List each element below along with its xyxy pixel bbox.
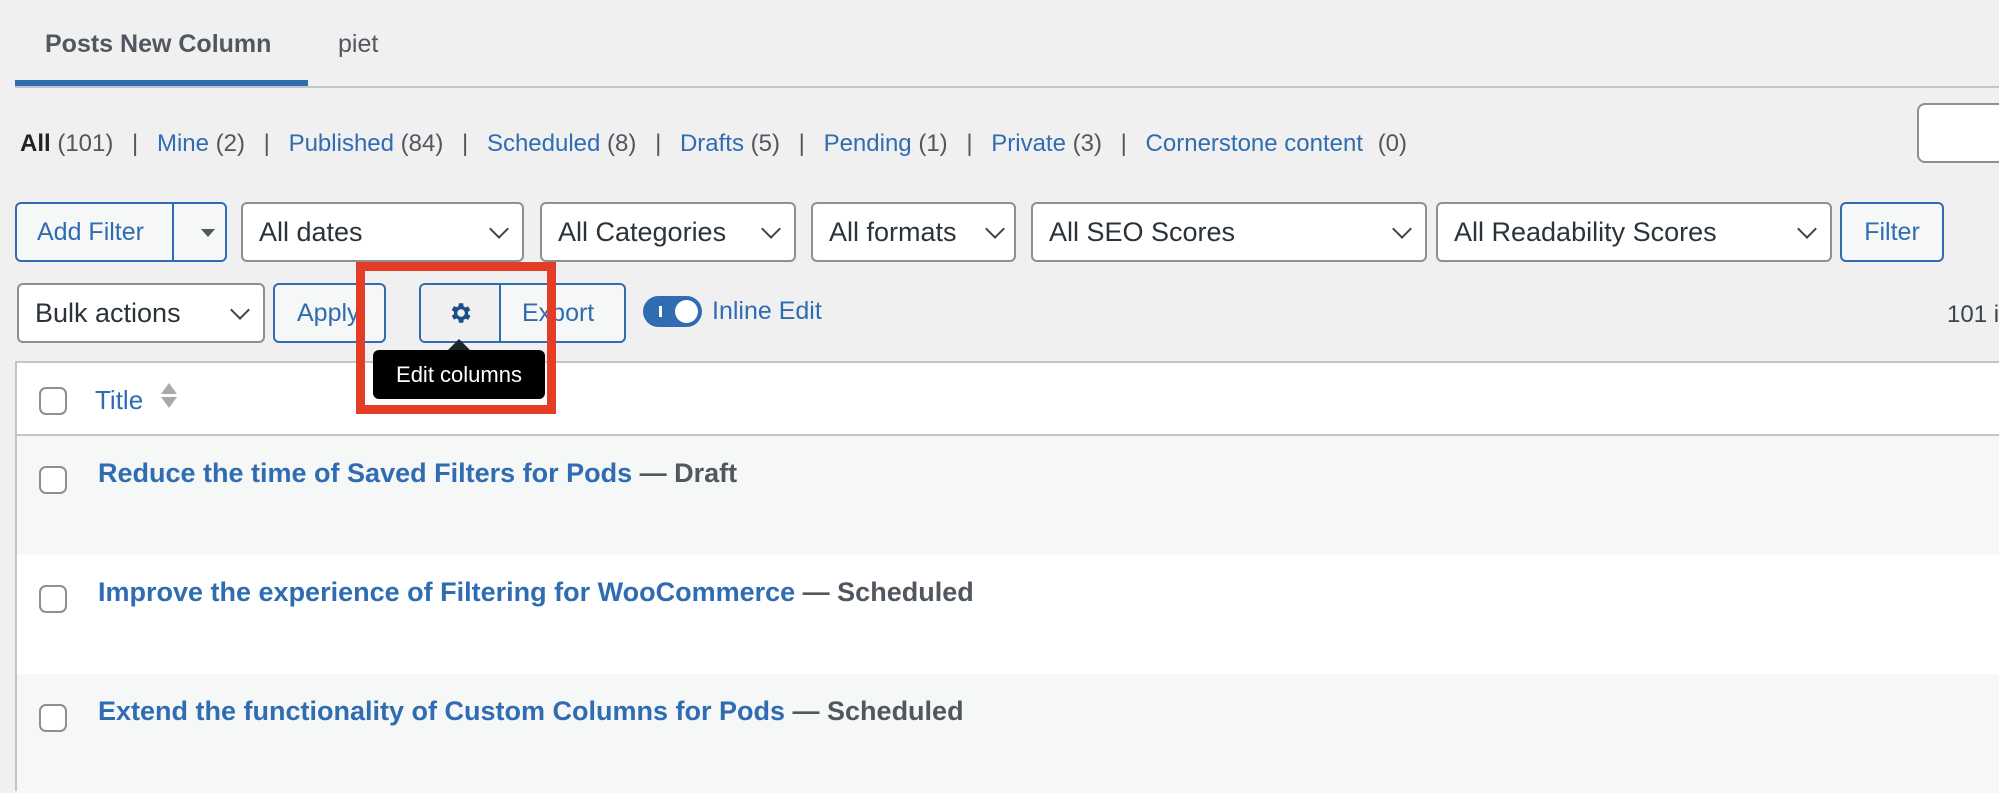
status-count: (84) xyxy=(400,130,444,157)
status-count: (101) xyxy=(57,130,114,157)
select-all-checkbox[interactable] xyxy=(39,387,67,415)
seo-scores-select-value: All SEO Scores xyxy=(1049,216,1236,247)
table-header: Title xyxy=(17,363,1999,436)
status-link-pending[interactable]: Pending xyxy=(824,130,912,157)
post-title-link[interactable]: Reduce the time of Saved Filters for Pod… xyxy=(98,458,632,488)
chevron-down-icon xyxy=(985,219,1005,239)
chevron-down-icon xyxy=(489,219,509,239)
tab-piet[interactable]: piet xyxy=(338,30,378,59)
status-count: (1) xyxy=(918,130,948,157)
status-count: (0) xyxy=(1377,130,1408,157)
table-row: Improve the experience of Filtering for … xyxy=(17,555,1999,674)
tab-bar: Posts New Column piet xyxy=(15,0,1999,88)
filter-button[interactable]: Filter xyxy=(1840,202,1944,262)
bulk-actions-select[interactable]: Bulk actions xyxy=(17,283,265,343)
status-count: (3) xyxy=(1072,130,1102,157)
search-input[interactable] xyxy=(1917,103,1999,163)
dates-select[interactable]: All dates xyxy=(241,202,524,262)
readability-scores-select-value: All Readability Scores xyxy=(1454,216,1717,247)
post-state: — Draft xyxy=(639,458,738,488)
post-state: — Scheduled xyxy=(802,577,974,607)
tab-posts-new-column[interactable]: Posts New Column xyxy=(45,30,271,59)
row-checkbox[interactable] xyxy=(39,466,67,494)
separator: | xyxy=(132,130,139,157)
status-count: (5) xyxy=(750,130,780,157)
dates-select-value: All dates xyxy=(259,216,363,247)
inline-edit-label[interactable]: Inline Edit xyxy=(712,297,822,326)
inline-edit-toggle[interactable] xyxy=(643,296,702,327)
separator: | xyxy=(1120,130,1127,157)
separator: | xyxy=(462,130,469,157)
categories-select[interactable]: All Categories xyxy=(540,202,796,262)
sort-up-icon xyxy=(161,383,177,394)
post-title-link[interactable]: Extend the functionality of Custom Colum… xyxy=(98,696,785,726)
caret-down-icon[interactable] xyxy=(201,229,215,237)
formats-select-value: All formats xyxy=(829,216,957,247)
separator: | xyxy=(655,130,662,157)
item-count: 101 i xyxy=(1947,301,1999,328)
separator: | xyxy=(966,130,973,157)
status-link-mine[interactable]: Mine xyxy=(157,130,209,157)
status-link-scheduled[interactable]: Scheduled xyxy=(487,130,600,157)
status-count: (8) xyxy=(607,130,637,157)
column-header-title[interactable]: Title xyxy=(95,385,143,416)
sort-down-icon xyxy=(161,397,177,408)
table-row: Extend the functionality of Custom Colum… xyxy=(17,674,1999,793)
post-state: — Scheduled xyxy=(792,696,964,726)
sort-icon[interactable] xyxy=(161,383,177,408)
separator: | xyxy=(263,130,270,157)
chevron-down-icon xyxy=(230,300,250,320)
separator: | xyxy=(798,130,805,157)
readability-scores-select[interactable]: All Readability Scores xyxy=(1436,202,1832,262)
split-divider xyxy=(172,204,174,260)
status-link-private[interactable]: Private xyxy=(991,130,1066,157)
chevron-down-icon xyxy=(761,219,781,239)
edit-columns-tooltip: Edit columns xyxy=(373,350,545,399)
bulk-actions-value: Bulk actions xyxy=(35,297,181,328)
active-tab-indicator xyxy=(15,80,308,86)
row-checkbox[interactable] xyxy=(39,704,67,732)
status-count: (2) xyxy=(215,130,245,157)
chevron-down-icon xyxy=(1392,219,1412,239)
table-row: Reduce the time of Saved Filters for Pod… xyxy=(17,436,1999,555)
status-filter-links: All (101) | Mine (2) | Published (84) | … xyxy=(20,130,1407,158)
toggle-on-mark xyxy=(659,306,662,317)
status-link-all[interactable]: All xyxy=(20,130,51,157)
seo-scores-select[interactable]: All SEO Scores xyxy=(1031,202,1427,262)
status-link-published[interactable]: Published xyxy=(289,130,394,157)
post-title-link[interactable]: Improve the experience of Filtering for … xyxy=(98,577,795,607)
row-checkbox[interactable] xyxy=(39,585,67,613)
categories-select-value: All Categories xyxy=(558,216,727,247)
toggle-knob xyxy=(675,300,698,323)
status-link-drafts[interactable]: Drafts xyxy=(680,130,744,157)
add-filter-label: Add Filter xyxy=(37,218,144,246)
posts-table: Title Reduce the time of Saved Filters f… xyxy=(15,361,1999,793)
chevron-down-icon xyxy=(1797,219,1817,239)
tooltip-arrow xyxy=(448,339,470,350)
add-filter-button[interactable]: Add Filter xyxy=(15,202,227,262)
formats-select[interactable]: All formats xyxy=(811,202,1016,262)
status-link-cornerstone[interactable]: Cornerstone content xyxy=(1146,130,1363,157)
